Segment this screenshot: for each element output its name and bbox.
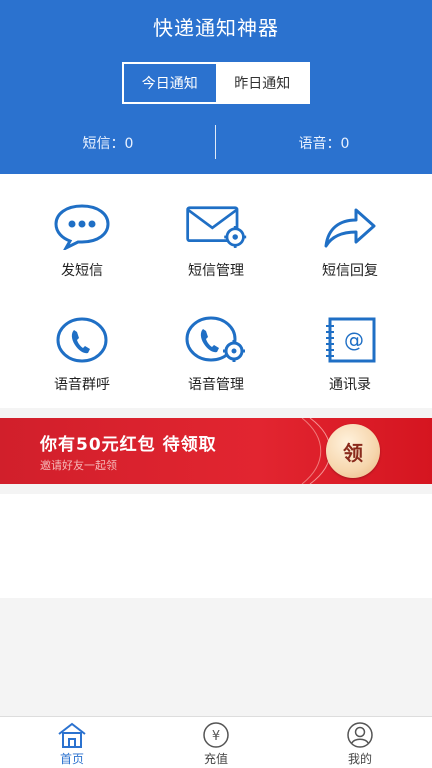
voice-management-label: 语音管理 (188, 377, 244, 393)
claim-button[interactable]: 领 (326, 424, 380, 478)
tab-yesterday-notifications[interactable]: 昨日通知 (216, 64, 308, 102)
tab-profile-label: 我的 (347, 752, 372, 766)
user-icon (347, 722, 373, 748)
tab-home-label: 首页 (59, 752, 84, 766)
send-sms-button[interactable]: 发短信 (10, 200, 154, 305)
content-blank-area (0, 494, 432, 598)
bottom-tab-bar: 首页 ¥ 充值 我的 (0, 716, 432, 768)
tab-home[interactable]: 首页 (0, 717, 144, 768)
count-divider (215, 125, 216, 159)
voice-management-button[interactable]: 语音管理 (144, 314, 288, 419)
notification-segmented-control: 今日通知 昨日通知 (122, 62, 310, 104)
voice-group-call-button[interactable]: 语音群呼 (10, 314, 154, 419)
sms-reply-button[interactable]: 短信回复 (278, 200, 422, 305)
svg-text:¥: ¥ (212, 729, 220, 744)
app-title: 快递通知神器 (153, 16, 279, 40)
sms-management-label: 短信管理 (188, 263, 244, 279)
sms-reply-label: 短信回复 (322, 263, 378, 279)
tab-today-notifications[interactable]: 今日通知 (124, 64, 217, 102)
notification-counts: 短信：0 语音：0 (0, 126, 432, 160)
voice-count: 语音：0 (298, 136, 350, 152)
header: 快递通知神器 今日通知 昨日通知 短信：0 语音：0 (0, 0, 432, 174)
contacts-icon: @ (318, 314, 382, 366)
tab-recharge[interactable]: ¥ 充值 (144, 717, 288, 768)
voice-settings-icon (184, 314, 248, 366)
banner-subtitle: 邀请好友一起领 (40, 459, 117, 472)
sms-settings-icon (184, 200, 248, 252)
tab-profile[interactable]: 我的 (288, 717, 432, 768)
send-sms-label: 发短信 (61, 263, 103, 279)
phone-icon (50, 314, 114, 366)
reply-icon (318, 200, 382, 252)
red-packet-banner[interactable]: 你有50元红包 待领取 邀请好友一起领 领 (0, 418, 432, 484)
voice-group-call-label: 语音群呼 (54, 377, 110, 393)
yuan-icon: ¥ (203, 722, 229, 748)
home-icon (58, 722, 86, 748)
tab-recharge-label: 充值 (203, 752, 228, 766)
sms-management-button[interactable]: 短信管理 (144, 200, 288, 305)
function-grid: 发短信 短信管理 短信回复 语音群呼 语音管理 @ 通讯录 (0, 174, 432, 408)
svg-text:@: @ (344, 328, 364, 352)
contacts-label: 通讯录 (329, 377, 371, 393)
sms-count: 短信：0 (82, 136, 134, 152)
banner-title: 你有50元红包 待领取 (40, 435, 217, 455)
contacts-button[interactable]: @ 通讯录 (278, 314, 422, 419)
sms-chat-icon (50, 200, 114, 252)
